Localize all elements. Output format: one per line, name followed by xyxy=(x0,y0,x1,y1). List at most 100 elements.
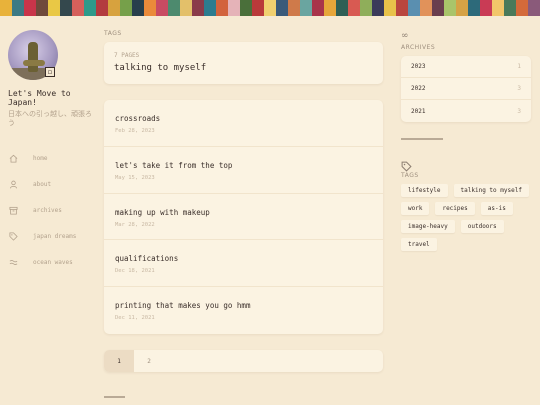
stripe-segment xyxy=(240,0,252,16)
divider xyxy=(104,396,125,398)
divider xyxy=(401,138,443,140)
stripe-segment xyxy=(264,0,276,16)
stripe-segment xyxy=(480,0,492,16)
archives-label: ARCHIVES xyxy=(401,44,436,51)
sidebar-nav: home about archives japan dreams ocean w… xyxy=(8,145,93,275)
stripe-segment xyxy=(156,0,168,16)
blog-title[interactable]: Let's Move to Japan! xyxy=(8,89,93,107)
tag-pill[interactable]: image-heavy xyxy=(401,220,455,233)
avatar-badge-icon: ▫ xyxy=(45,67,55,77)
post-title[interactable]: qualifications xyxy=(115,254,372,263)
tag-pill[interactable]: outdoors xyxy=(460,220,504,233)
section-label: TAGS xyxy=(104,30,122,37)
archive-year-row[interactable]: 2023 1 xyxy=(401,56,531,78)
stripe-segment xyxy=(120,0,132,16)
infinity-icon: ∞ xyxy=(401,31,409,41)
archive-count: 1 xyxy=(517,63,521,70)
post-list: crossroads Feb 28, 2023 let's take it fr… xyxy=(104,100,383,334)
tag-header-card: 7 PAGES talking to myself xyxy=(104,42,383,84)
nav-item-about[interactable]: about xyxy=(8,171,93,197)
tag-cloud: lifestyle talking to myself work recipes… xyxy=(401,184,533,256)
stripe-segment xyxy=(24,0,36,16)
list-item[interactable]: crossroads Feb 28, 2023 xyxy=(104,100,383,147)
page-1-button[interactable]: 1 xyxy=(104,350,134,372)
stripe-segment xyxy=(312,0,324,16)
tags-label: TAGS xyxy=(401,172,419,179)
archives-list: 2023 1 2022 3 2021 3 xyxy=(401,56,531,122)
home-icon xyxy=(8,153,18,163)
tag-icon xyxy=(401,157,412,172)
list-item[interactable]: printing that makes you go hmm Dec 11, 2… xyxy=(104,287,383,334)
stripe-segment xyxy=(72,0,84,16)
stripe-segment xyxy=(12,0,24,16)
stripe-segment xyxy=(48,0,60,16)
stripe-segment xyxy=(84,0,96,16)
tag-pill[interactable]: recipes xyxy=(435,202,475,215)
nav-item-japan-dreams[interactable]: japan dreams xyxy=(8,223,93,249)
tag-pill[interactable]: work xyxy=(401,202,430,215)
stripe-segment xyxy=(492,0,504,16)
blog-description: 日本への引っ越し、頑張ろう xyxy=(8,110,92,127)
post-count: 7 PAGES xyxy=(114,52,140,59)
stripe-segment xyxy=(372,0,384,16)
post-title[interactable]: let's take it from the top xyxy=(115,161,372,170)
nav-item-label: ocean waves xyxy=(33,258,73,266)
stripe-segment xyxy=(60,0,72,16)
stripe-segment xyxy=(96,0,108,16)
stripe-segment xyxy=(180,0,192,16)
tag-pill[interactable]: as-is xyxy=(480,202,513,215)
archive-count: 3 xyxy=(517,107,521,115)
tag-pill[interactable]: talking to myself xyxy=(453,184,529,197)
archive-year-row[interactable]: 2021 3 xyxy=(401,100,531,122)
pagination: 1 2 xyxy=(104,350,383,372)
page-title: talking to myself xyxy=(114,63,207,73)
stripe-segment xyxy=(216,0,228,16)
list-item[interactable]: let's take it from the top May 15, 2023 xyxy=(104,147,383,194)
nav-item-home[interactable]: home xyxy=(8,145,93,171)
page-2-button[interactable]: 2 xyxy=(134,350,164,372)
stripe-segment xyxy=(252,0,264,16)
stripe-segment xyxy=(420,0,432,16)
post-title[interactable]: making up with makeup xyxy=(115,208,372,217)
user-icon xyxy=(8,179,18,189)
post-title[interactable]: crossroads xyxy=(115,114,372,123)
stripe-segment xyxy=(504,0,516,16)
stripe-segment xyxy=(516,0,528,16)
stripe-segment xyxy=(348,0,360,16)
archive-year: 2023 xyxy=(411,63,426,70)
stripe-segment xyxy=(528,0,540,16)
list-item[interactable]: making up with makeup Mar 28, 2022 xyxy=(104,194,383,241)
archive-year-row[interactable]: 2022 3 xyxy=(401,78,531,100)
stripe-segment xyxy=(36,0,48,16)
post-date: Feb 28, 2023 xyxy=(115,128,155,134)
stripe-segment xyxy=(0,0,12,16)
stripe-segment xyxy=(276,0,288,16)
stripe-segment xyxy=(144,0,156,16)
nav-item-ocean-waves[interactable]: ocean waves xyxy=(8,249,93,275)
tag-pill[interactable]: travel xyxy=(401,238,437,251)
stripe-segment xyxy=(384,0,396,16)
post-title[interactable]: printing that makes you go hmm xyxy=(115,301,372,310)
nav-item-label: japan dreams xyxy=(33,232,77,240)
stripe-segment xyxy=(300,0,312,16)
list-item[interactable]: qualifications Dec 18, 2021 xyxy=(104,240,383,288)
stripe-segment xyxy=(468,0,480,16)
stripe-segment xyxy=(168,0,180,16)
archive-year: 2022 xyxy=(411,85,426,92)
stripe-segment xyxy=(324,0,336,16)
post-date: Dec 18, 2021 xyxy=(115,268,155,275)
tag-pill[interactable]: lifestyle xyxy=(401,184,448,197)
post-date: Dec 11, 2021 xyxy=(115,315,155,322)
nav-item-label: archives xyxy=(33,206,62,214)
stripe-segment xyxy=(396,0,408,16)
tag-icon xyxy=(8,231,18,241)
archive-count: 3 xyxy=(517,85,521,92)
stripe-segment xyxy=(108,0,120,16)
nav-item-archives[interactable]: archives xyxy=(8,197,93,223)
stripe-segment xyxy=(288,0,300,16)
stripe-segment xyxy=(432,0,444,16)
archive-year: 2021 xyxy=(411,107,426,115)
stripe-segment xyxy=(456,0,468,16)
stripe-segment xyxy=(192,0,204,16)
stripe-segment xyxy=(408,0,420,16)
